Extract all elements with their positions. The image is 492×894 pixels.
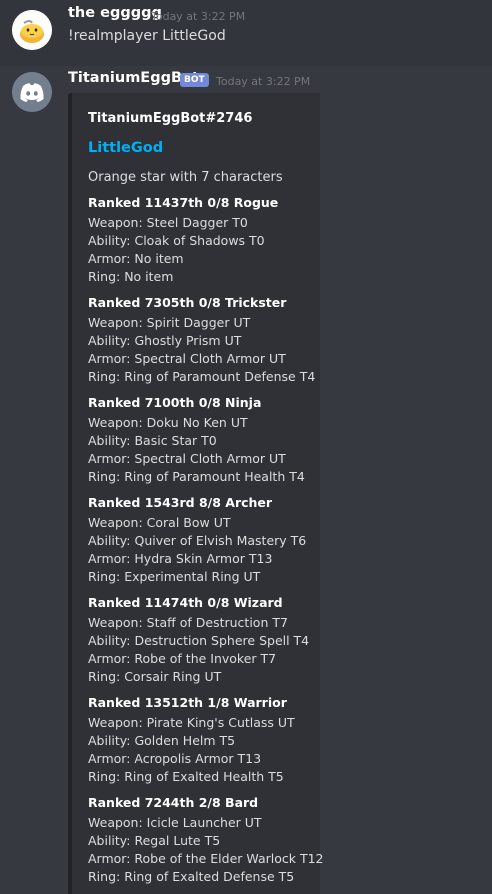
field-line: Weapon: Pirate King's Cutlass UT xyxy=(88,715,295,730)
field-line: Ring: Ring of Exalted Health T5 xyxy=(88,769,284,784)
field-line: Ring: Ring of Paramount Health T4 xyxy=(88,469,305,484)
message-user: the eggggg Today at 3:22 PM !realmplayer… xyxy=(0,0,492,66)
field-line: Weapon: Icicle Launcher UT xyxy=(88,815,262,830)
embed-field: Ranked 7305th 0/8 Trickster Weapon: Spir… xyxy=(88,294,324,386)
timestamp: Today at 3:22 PM xyxy=(151,10,246,23)
field-name: Ranked 11474th 0/8 Wizard xyxy=(88,595,283,610)
embed-field: Ranked 11474th 0/8 Wizard Weapon: Staff … xyxy=(88,594,324,686)
timestamp: Today at 3:22 PM xyxy=(216,75,311,88)
field-line: Ability: Basic Star T0 xyxy=(88,433,217,448)
field-line: Ability: Golden Helm T5 xyxy=(88,733,236,748)
embed-title-link[interactable]: LittleGod xyxy=(88,140,163,156)
embed-author: TitaniumEggBot#2746 xyxy=(88,111,253,126)
field-line: Armor: Robe of the Invoker T7 xyxy=(88,651,277,666)
embed-field: Ranked 13512th 1/8 Warrior Weapon: Pirat… xyxy=(88,694,324,786)
field-line: Ring: Ring of Exalted Defense T5 xyxy=(88,869,295,884)
field-line: Armor: Spectral Cloth Armor UT xyxy=(88,351,286,366)
field-line: Weapon: Steel Dagger T0 xyxy=(88,215,248,230)
field-line: Weapon: Doku No Ken UT xyxy=(88,415,248,430)
username[interactable]: the eggggg xyxy=(68,5,162,21)
field-line: Ability: Destruction Sphere Spell T4 xyxy=(88,633,310,648)
field-line: Weapon: Coral Bow UT xyxy=(88,515,231,530)
discord-logo-icon[interactable] xyxy=(12,72,52,112)
embed-field: Ranked 7100th 0/8 Ninja Weapon: Doku No … xyxy=(88,394,324,486)
field-line: Ability: Cloak of Shadows T0 xyxy=(88,233,265,248)
field-line: Armor: No item xyxy=(88,251,184,266)
egg-avatar-icon[interactable] xyxy=(12,10,52,50)
field-line: Armor: Robe of the Elder Warlock T12 xyxy=(88,851,324,866)
embed: TitaniumEggBot#2746 LittleGod Orange sta… xyxy=(68,93,324,894)
field-line: Armor: Acropolis Armor T13 xyxy=(88,751,262,766)
field-line: Ring: Experimental Ring UT xyxy=(88,569,261,584)
field-line: Ability: Quiver of Elvish Mastery T6 xyxy=(88,533,307,548)
field-line: Ability: Regal Lute T5 xyxy=(88,833,221,848)
field-line: Weapon: Spirit Dagger UT xyxy=(88,315,251,330)
field-line: Armor: Spectral Cloth Armor UT xyxy=(88,451,286,466)
field-line: Ability: Ghostly Prism UT xyxy=(88,333,242,348)
bot-badge: BOT xyxy=(180,73,209,87)
field-name: Ranked 7305th 0/8 Trickster xyxy=(88,295,287,310)
field-name: Ranked 7244th 2/8 Bard xyxy=(88,795,259,810)
field-line: Ring: No item xyxy=(88,269,174,284)
embed-field: Ranked 11437th 0/8 Rogue Weapon: Steel D… xyxy=(88,194,324,286)
field-line: Armor: Hydra Skin Armor T13 xyxy=(88,551,273,566)
embed-field: Ranked 7244th 2/8 Bard Weapon: Icicle La… xyxy=(88,794,324,886)
embed-field: Ranked 1543rd 8/8 Archer Weapon: Coral B… xyxy=(88,494,324,586)
field-line: Weapon: Staff of Destruction T7 xyxy=(88,615,288,630)
field-name: Ranked 13512th 1/8 Warrior xyxy=(88,695,287,710)
field-line: Ring: Corsair Ring UT xyxy=(88,669,222,684)
embed-description: Orange star with 7 characters xyxy=(88,170,283,185)
field-name: Ranked 1543rd 8/8 Archer xyxy=(88,495,273,510)
message-text: !realmplayer LittleGod xyxy=(68,28,226,44)
field-line: Ring: Ring of Paramount Defense T4 xyxy=(88,369,316,384)
field-name: Ranked 7100th 0/8 Ninja xyxy=(88,395,262,410)
field-name: Ranked 11437th 0/8 Rogue xyxy=(88,195,279,210)
